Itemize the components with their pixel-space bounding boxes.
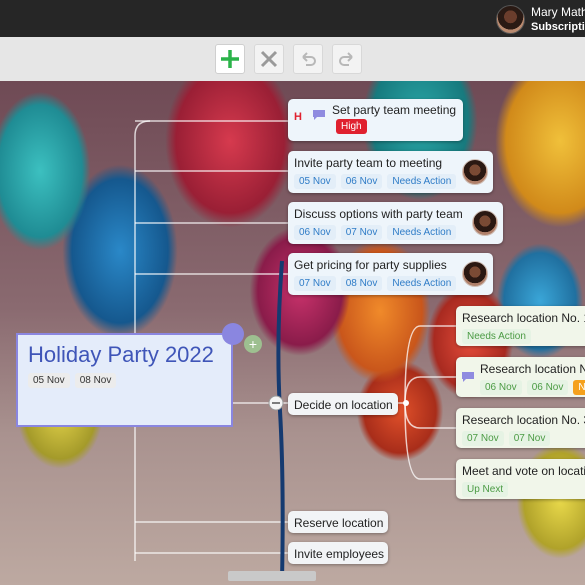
start-date-chip: 05 Nov — [28, 373, 70, 388]
status-chip: Needs Action — [387, 276, 457, 291]
add-icon — [221, 50, 239, 68]
task-title: Invite party team to meeting — [294, 156, 443, 170]
node-handle[interactable] — [222, 323, 244, 345]
task-node[interactable]: H Set party team meeting High — [288, 99, 463, 141]
comment-icon[interactable] — [461, 371, 475, 383]
status-chip: Needs Action — [462, 329, 531, 344]
reserve-location-node[interactable]: Reserve location — [288, 511, 388, 533]
due-date-chip: 08 Nov — [340, 276, 383, 291]
status-chip: Needs Action — [387, 174, 457, 189]
task-title: Discuss options with party team — [294, 207, 463, 221]
assignee-avatar[interactable] — [462, 159, 488, 185]
top-bar: Mary Math Subscriptio — [0, 0, 585, 37]
start-date-chip: 07 Nov — [462, 431, 504, 446]
location-node[interactable]: Research location No. 3 07 Nov 07 Nov — [456, 408, 585, 448]
priority-letter: H — [294, 111, 302, 123]
add-child-icon[interactable]: + — [244, 335, 262, 353]
location-title: Research location No — [480, 362, 585, 376]
due-date-chip: 07 Nov — [508, 431, 551, 446]
close-icon — [260, 50, 278, 68]
start-date-chip: 06 Nov — [294, 225, 336, 240]
due-date-chip: 06 Nov — [340, 174, 383, 189]
task-node[interactable]: Discuss options with party team 06 Nov 0… — [288, 202, 503, 244]
invite-employees-node[interactable]: Invite employees — [288, 542, 388, 564]
location-node[interactable]: Meet and vote on locati Up Next — [456, 459, 585, 499]
due-date-chip: 07 Nov — [340, 225, 383, 240]
user-name[interactable]: Mary Math — [531, 5, 585, 19]
task-node[interactable]: Invite party team to meeting 05 Nov 06 N… — [288, 151, 493, 193]
root-node[interactable]: Holiday Party 2022 05 Nov 08 Nov — [16, 333, 233, 427]
task-title: Get pricing for party supplies — [294, 258, 447, 272]
undo-icon — [302, 52, 316, 66]
location-title: Research location No. 1 — [462, 311, 585, 325]
assignee-avatar[interactable] — [462, 261, 488, 287]
start-date-chip: 06 Nov — [480, 380, 522, 395]
start-date-chip: 05 Nov — [294, 174, 336, 189]
toolbar — [0, 37, 585, 82]
redo-button[interactable] — [332, 44, 362, 74]
location-node[interactable]: Research location No. 1 Needs Action — [456, 306, 585, 346]
assignee-avatar[interactable] — [472, 210, 498, 236]
undo-button[interactable] — [293, 44, 323, 74]
redo-icon — [339, 52, 353, 66]
location-node[interactable]: Research location No 06 Nov 06 Nov N — [456, 357, 585, 397]
start-date-chip: 07 Nov — [294, 276, 336, 291]
status-chip: Needs Action — [387, 225, 457, 240]
mindmap-canvas[interactable]: H Set party team meeting High Invite par… — [0, 81, 585, 585]
location-title: Research location No. 3 — [462, 413, 585, 427]
task-node[interactable]: Get pricing for party supplies 07 Nov 08… — [288, 253, 493, 295]
comment-icon[interactable] — [312, 109, 326, 121]
due-date-chip: 08 Nov — [74, 373, 117, 388]
user-avatar[interactable] — [496, 5, 525, 34]
location-title: Meet and vote on locati — [462, 464, 585, 478]
add-button[interactable] — [215, 44, 245, 74]
due-date-chip: 06 Nov — [526, 380, 569, 395]
decide-node[interactable]: Decide on location — [288, 393, 398, 415]
task-title: Set party team meeting — [332, 103, 457, 117]
horizontal-scrollbar[interactable] — [228, 571, 316, 581]
delete-button[interactable] — [254, 44, 284, 74]
priority-badge: High — [336, 119, 367, 134]
status-chip: Up Next — [462, 482, 509, 497]
subscription-label[interactable]: Subscriptio — [531, 21, 585, 33]
priority-badge: N — [573, 380, 585, 395]
root-title: Holiday Party 2022 — [28, 342, 214, 367]
